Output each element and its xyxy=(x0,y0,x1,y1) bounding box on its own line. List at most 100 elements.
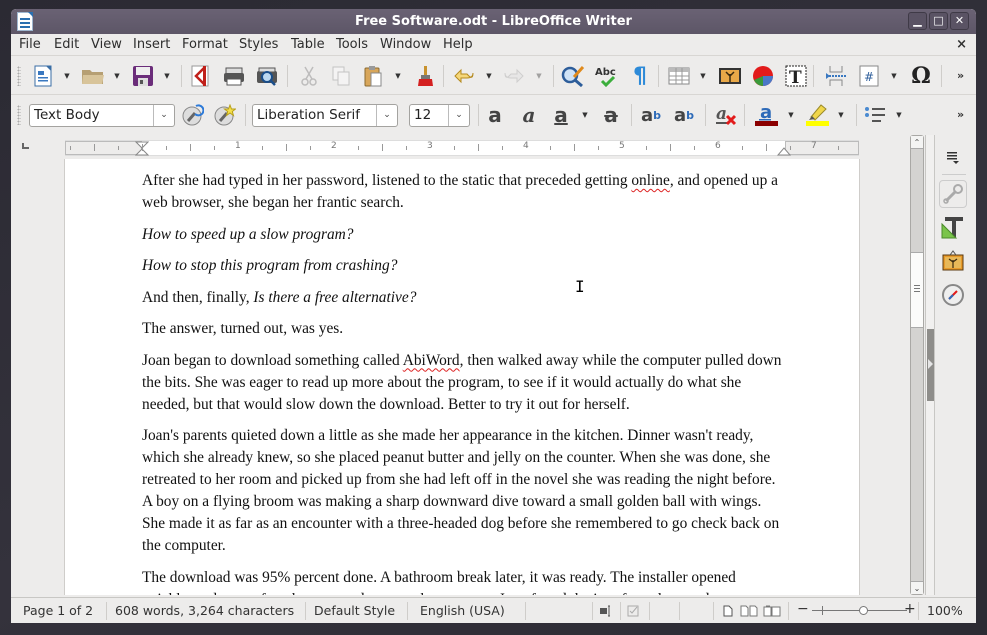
multi-page-view-icon[interactable] xyxy=(740,605,758,617)
page-style-status[interactable]: Default Style xyxy=(314,603,395,618)
list-dropdown-arrow[interactable]: ▼ xyxy=(895,111,903,119)
sidebar-menu-icon[interactable] xyxy=(939,143,967,171)
zoom-slider-handle[interactable] xyxy=(859,606,868,615)
menu-insert[interactable]: Insert xyxy=(133,37,170,52)
save-icon[interactable] xyxy=(131,64,155,88)
copy-icon[interactable] xyxy=(329,64,353,88)
right-indent-marker-icon[interactable] xyxy=(777,146,791,156)
clear-formatting-icon[interactable]: a xyxy=(714,103,738,127)
clone-formatting-icon[interactable] xyxy=(413,64,437,88)
paste-icon[interactable] xyxy=(361,64,385,88)
highlight-dropdown-arrow[interactable]: ▼ xyxy=(837,111,845,119)
document-paragraph[interactable]: Joan's parents quieted down a little as … xyxy=(142,425,787,557)
document-body[interactable]: After she had typed in her password, lis… xyxy=(142,170,787,595)
sidebar-splitter[interactable] xyxy=(925,135,935,595)
undo-icon[interactable] xyxy=(452,64,476,88)
toolbar-grip[interactable] xyxy=(17,105,21,125)
insert-textbox-icon[interactable]: T xyxy=(784,64,808,88)
font-color-dropdown-arrow[interactable]: ▼ xyxy=(787,111,795,119)
new-document-icon[interactable] xyxy=(31,64,55,88)
new-style-icon[interactable] xyxy=(213,103,237,127)
insert-table-icon[interactable] xyxy=(667,64,691,88)
tab-stop-selector-icon[interactable] xyxy=(22,143,29,149)
zoom-in-button[interactable]: + xyxy=(904,601,916,617)
more-options-icon[interactable]: » xyxy=(957,69,964,82)
redo-dropdown-arrow[interactable]: ▼ xyxy=(535,72,543,80)
formatting-marks-icon[interactable]: ¶ xyxy=(628,64,652,89)
menu-table[interactable]: Table xyxy=(291,37,325,52)
document-page[interactable]: After she had typed in her password, lis… xyxy=(65,159,859,595)
chevron-down-icon[interactable]: ⌄ xyxy=(153,105,174,126)
insert-image-icon[interactable] xyxy=(718,64,742,88)
close-window-button[interactable]: ✕ xyxy=(950,12,969,30)
menu-styles[interactable]: Styles xyxy=(239,37,278,52)
print-preview-icon[interactable] xyxy=(255,64,279,88)
vertical-scrollbar[interactable]: ⌃ ⌄ xyxy=(910,135,924,595)
scroll-up-button[interactable]: ⌃ xyxy=(911,136,923,149)
styles-icon[interactable] xyxy=(939,214,967,242)
font-color-icon[interactable]: a xyxy=(754,103,778,127)
update-style-icon[interactable] xyxy=(181,103,205,127)
paste-dropdown-arrow[interactable]: ▼ xyxy=(394,72,402,80)
special-character-icon[interactable]: Ω xyxy=(909,63,933,89)
scroll-down-button[interactable]: ⌄ xyxy=(911,581,923,594)
maximize-button[interactable]: □ xyxy=(929,12,948,30)
paragraph-style-combo[interactable]: Text Body ⌄ xyxy=(29,104,175,127)
strikethrough-icon[interactable]: a xyxy=(599,103,623,127)
document-paragraph[interactable]: And then, finally, Is there a free alter… xyxy=(142,287,787,309)
language-status[interactable]: English (USA) xyxy=(420,603,505,618)
insert-field-icon[interactable]: # xyxy=(857,64,881,88)
menu-window[interactable]: Window xyxy=(380,37,431,52)
properties-icon[interactable] xyxy=(939,180,967,208)
open-dropdown-arrow[interactable]: ▼ xyxy=(113,72,121,80)
minimize-button[interactable]: ▁ xyxy=(908,12,927,30)
cut-icon[interactable] xyxy=(297,64,321,88)
spellcheck-icon[interactable]: Abc xyxy=(594,64,618,88)
document-paragraph[interactable]: The download was 95% percent done. A bat… xyxy=(142,567,787,596)
redo-icon[interactable] xyxy=(502,64,526,88)
field-dropdown-arrow[interactable]: ▼ xyxy=(890,72,898,80)
chevron-down-icon[interactable]: ⌄ xyxy=(448,105,469,126)
close-document-button[interactable]: × xyxy=(956,37,967,52)
font-size-combo[interactable]: 12 ⌄ xyxy=(409,104,470,127)
document-paragraph[interactable]: Joan began to download something called … xyxy=(142,350,787,416)
menu-file[interactable]: File xyxy=(19,37,41,52)
insert-chart-icon[interactable] xyxy=(751,64,775,88)
zoom-slider[interactable] xyxy=(812,606,907,615)
word-count-status[interactable]: 608 words, 3,264 characters xyxy=(115,603,294,618)
menu-edit[interactable]: Edit xyxy=(54,37,79,52)
undo-dropdown-arrow[interactable]: ▼ xyxy=(485,72,493,80)
sidebar-collapse-handle[interactable] xyxy=(927,329,934,401)
more-options-icon[interactable]: » xyxy=(957,108,964,121)
save-dropdown-arrow[interactable]: ▼ xyxy=(163,72,171,80)
font-name-combo[interactable]: Liberation Serif ⌄ xyxy=(252,104,398,127)
navigator-icon[interactable] xyxy=(939,281,967,309)
bold-icon[interactable]: a xyxy=(483,103,507,127)
single-page-view-icon[interactable] xyxy=(723,605,733,617)
menu-tools[interactable]: Tools xyxy=(336,37,368,52)
zoom-out-button[interactable]: − xyxy=(797,601,809,617)
scrollbar-thumb[interactable] xyxy=(911,252,923,328)
document-paragraph[interactable]: The answer, turned out, was yes. xyxy=(142,318,787,340)
insert-mode-icon[interactable] xyxy=(600,605,612,617)
bullet-list-icon[interactable] xyxy=(863,103,887,127)
document-paragraph[interactable]: After she had typed in her password, lis… xyxy=(142,170,787,214)
menu-format[interactable]: Format xyxy=(182,37,228,52)
document-modified-icon[interactable] xyxy=(627,605,639,617)
find-replace-icon[interactable] xyxy=(561,64,585,88)
underline-icon[interactable]: a xyxy=(549,103,573,127)
superscript-icon[interactable]: ab xyxy=(639,103,663,127)
highlight-color-icon[interactable] xyxy=(805,103,829,127)
book-view-icon[interactable] xyxy=(763,605,781,617)
document-paragraph[interactable]: How to speed up a slow program? xyxy=(142,224,787,246)
toolbar-grip[interactable] xyxy=(17,66,21,86)
zoom-percent[interactable]: 100% xyxy=(927,603,963,618)
document-paragraph[interactable]: How to stop this program from crashing? xyxy=(142,255,787,277)
menu-help[interactable]: Help xyxy=(443,37,473,52)
horizontal-ruler[interactable]: 1 2 3 4 5 6 7 xyxy=(65,140,859,156)
insert-page-break-icon[interactable] xyxy=(824,64,848,88)
print-icon[interactable] xyxy=(222,64,246,88)
new-dropdown-arrow[interactable]: ▼ xyxy=(63,72,71,80)
export-pdf-icon[interactable] xyxy=(188,64,212,88)
open-folder-icon[interactable] xyxy=(81,64,105,88)
